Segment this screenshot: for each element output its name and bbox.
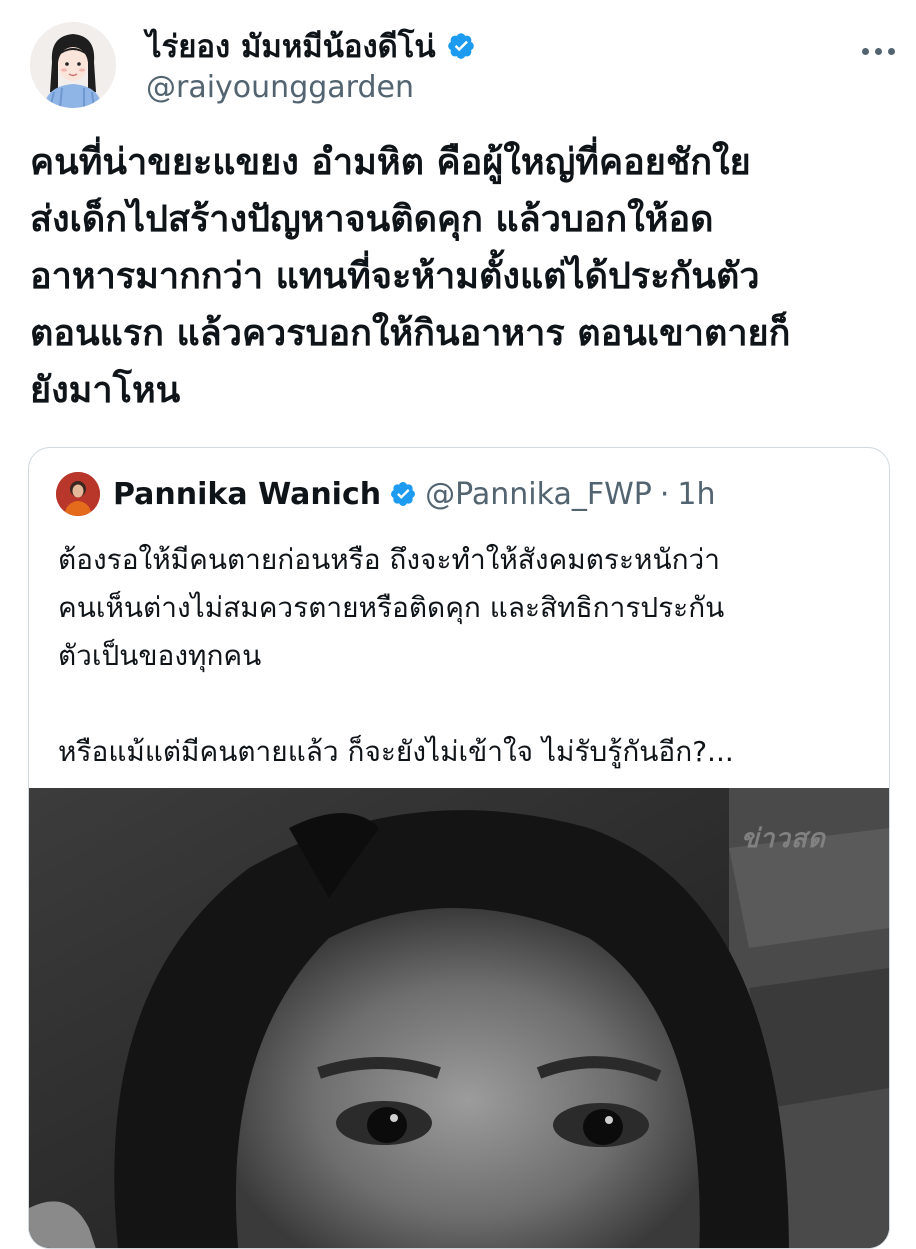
quoted-tweet-text-continuation: หรือแม้แต่มีคนตายแล้ว ก็จะยังไม่เข้าใจ ไ… [58, 735, 734, 768]
verified-badge-icon [447, 33, 474, 59]
quoted-author-avatar[interactable] [56, 472, 100, 516]
author-name-row: ไร่ยอง มัมหมีน้องดีโน่ [146, 24, 476, 68]
more-options-icon[interactable] [862, 44, 896, 58]
quoted-display-name[interactable]: Pannika Wanich [113, 477, 381, 512]
person-avatar-icon [56, 472, 100, 516]
photo-watermark: ข่าวสด [741, 824, 826, 854]
quoted-tweet[interactable]: Pannika Wanich @Pannika_FWP · 1h ต้องรอใ… [28, 447, 890, 1249]
quoted-timestamp[interactable]: 1h [677, 477, 715, 512]
tweet-header: ไร่ยอง มัมหมีน้องดีโน่ @raiyounggarden [0, 0, 916, 130]
verified-badge-icon [391, 482, 416, 506]
quoted-name-row: Pannika Wanich @Pannika_FWP · 1h [113, 470, 716, 518]
author-display-name[interactable]: ไร่ยอง มัมหมีน้องดีโน่ [146, 21, 436, 71]
author-handle[interactable]: @raiyounggarden [146, 70, 414, 105]
cartoon-girl-avatar-icon [30, 22, 116, 108]
quoted-tweet-photo[interactable]: ข่าวสด [29, 788, 889, 1248]
quoted-tweet-header: Pannika Wanich @Pannika_FWP · 1h [29, 448, 889, 540]
author-avatar[interactable] [30, 22, 116, 108]
quoted-handle[interactable]: @Pannika_FWP [425, 477, 652, 512]
quoted-tweet-text: ต้องรอให้มีคนตายก่อนหรือ ถึงจะทำให้สังคม… [58, 543, 725, 672]
tweet-text: คนที่น่าขยะแขยง อำมหิต คือผู้ใหญ่ที่คอยช… [30, 142, 791, 411]
separator-dot: · [659, 476, 670, 512]
